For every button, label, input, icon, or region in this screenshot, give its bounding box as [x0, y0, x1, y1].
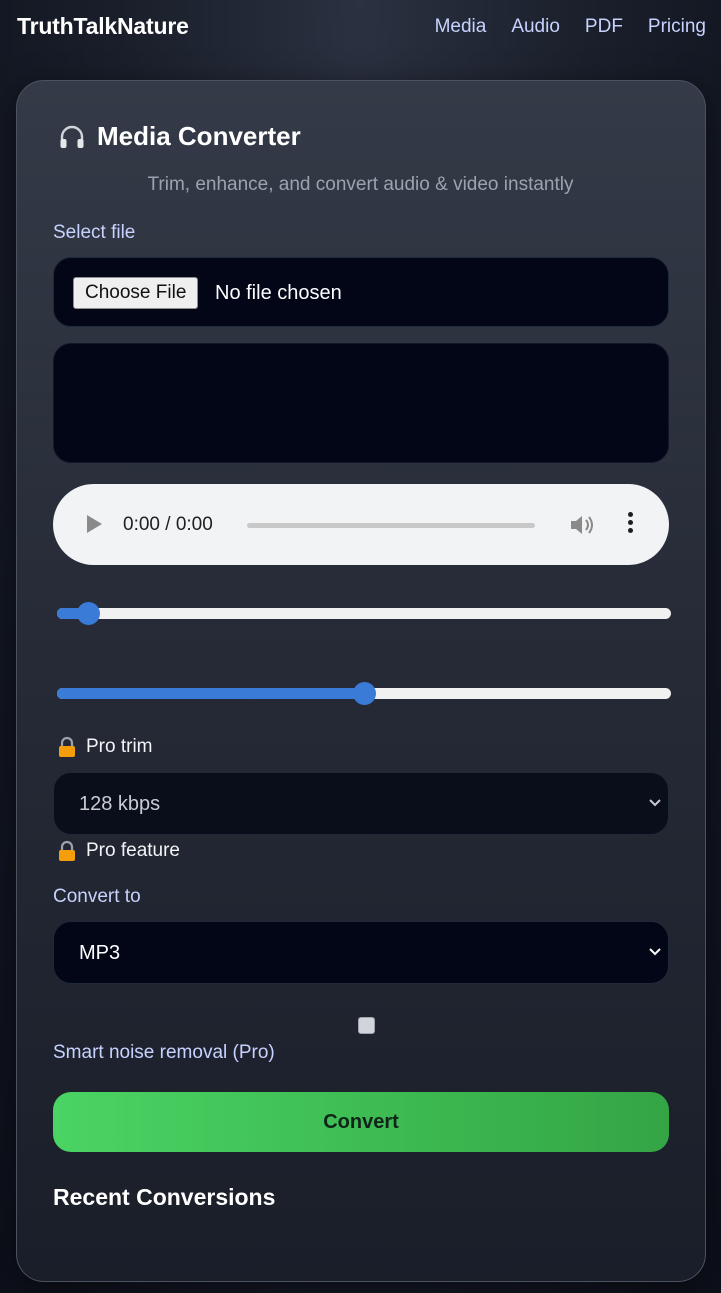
choose-file-button[interactable]: Choose File [73, 277, 199, 309]
bitrate-value: 128 kbps [79, 793, 161, 815]
audio-player[interactable]: 0:00 / 0:00 [53, 484, 669, 565]
audio-time: 0:00 / 0:00 [123, 514, 213, 535]
pro-feature-text: Pro feature [86, 840, 180, 861]
headphones-icon [60, 125, 84, 148]
lock-icon [59, 840, 75, 861]
pro-trim-label: Pro trim [57, 736, 153, 758]
audio-progress-bar[interactable] [247, 523, 535, 528]
top-navbar: TruthTalkNature Media Audio PDF Pricing [0, 0, 721, 56]
pro-feature-label: Pro feature [57, 840, 180, 862]
trim-start-handle[interactable] [76, 602, 100, 625]
nav-item-media[interactable]: Media [435, 16, 487, 38]
nav-item-audio[interactable]: Audio [511, 16, 560, 38]
format-value: MP3 [79, 942, 121, 964]
chevron-down-icon [649, 948, 661, 956]
lock-icon [59, 736, 75, 757]
recent-conversions-heading: Recent Conversions [53, 1184, 276, 1210]
file-status: No file chosen [215, 282, 342, 304]
trim-end-fill [57, 688, 364, 699]
nav-item-pricing[interactable]: Pricing [648, 16, 706, 38]
trim-end-handle[interactable] [353, 682, 376, 705]
title-text: Media Converter [97, 121, 301, 151]
bitrate-select[interactable]: 128 kbps [53, 772, 669, 835]
chevron-down-icon [649, 799, 661, 807]
subtitle: Trim, enhance, and convert audio & video… [147, 174, 574, 195]
page-title: Media Converter [57, 121, 301, 152]
noise-removal-label: Smart noise removal (Pro) [53, 1042, 275, 1063]
media-preview [53, 343, 669, 463]
trim-end-slider[interactable] [57, 682, 671, 705]
main-nav: Media Audio PDF Pricing [435, 16, 706, 38]
file-input[interactable]: Choose File No file chosen [53, 257, 669, 327]
brand-logo[interactable]: TruthTalkNature [17, 13, 189, 40]
convert-button[interactable]: Convert [53, 1092, 669, 1152]
more-options-icon[interactable] [623, 512, 637, 538]
play-icon[interactable] [87, 515, 102, 533]
select-file-label: Select file [53, 222, 136, 243]
nav-item-pdf[interactable]: PDF [585, 16, 623, 38]
format-select[interactable]: MP3 [53, 921, 669, 984]
pro-trim-text: Pro trim [86, 736, 153, 757]
volume-icon[interactable] [568, 512, 596, 538]
convert-to-label: Convert to [53, 886, 141, 907]
trim-start-slider[interactable] [57, 602, 671, 625]
noise-removal-checkbox[interactable] [358, 1017, 375, 1034]
